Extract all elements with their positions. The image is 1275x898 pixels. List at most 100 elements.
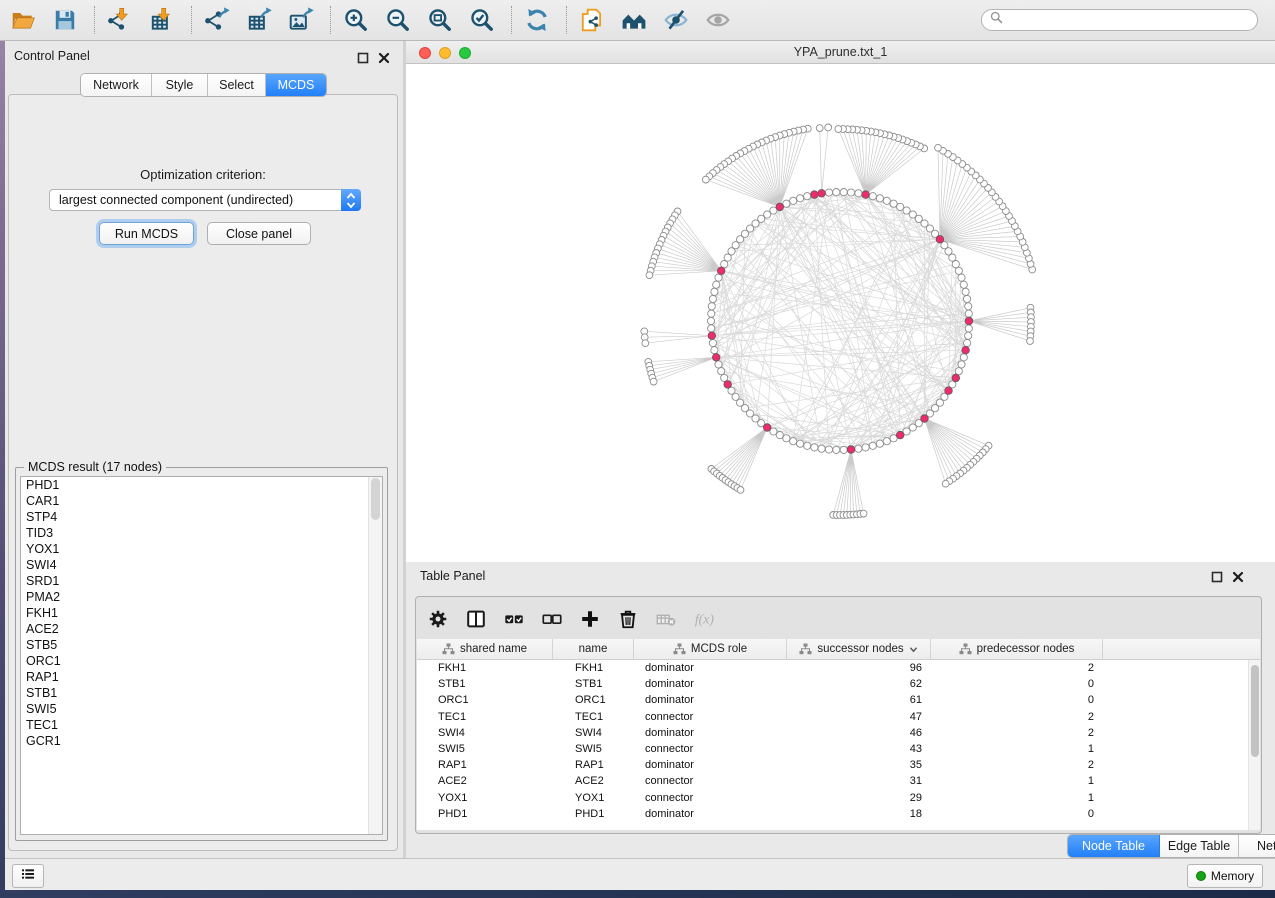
zoom-out-button[interactable] <box>383 5 413 35</box>
table-row[interactable]: PHD1PHD1dominator180 <box>417 806 1260 822</box>
delete-column-button[interactable] <box>616 607 640 631</box>
cell-successor-nodes: 31 <box>787 773 931 789</box>
cell-MCDS-role: dominator <box>634 660 787 676</box>
table-row[interactable]: SWI5SWI5connector431 <box>417 741 1260 757</box>
column-header-successor-nodes[interactable]: successor nodes <box>787 639 931 659</box>
status-bar: Memory <box>5 858 1275 890</box>
mcds-node-item[interactable]: STB1 <box>21 685 382 701</box>
mcds-node-item[interactable]: FKH1 <box>21 605 382 621</box>
mcds-node-item[interactable]: GCR1 <box>21 733 382 749</box>
settings-gear-button[interactable] <box>426 607 450 631</box>
tab-mcds[interactable]: MCDS <box>266 74 326 96</box>
clone-network-button[interactable] <box>577 5 607 35</box>
mcds-node-item[interactable]: TEC1 <box>21 717 382 733</box>
tab-node-table[interactable]: Node Table <box>1068 835 1160 857</box>
memory-button[interactable]: Memory <box>1187 864 1263 888</box>
mcds-node-item[interactable]: STB5 <box>21 637 382 653</box>
cell-name: RAP1 <box>553 757 634 773</box>
tab-style[interactable]: Style <box>152 74 208 96</box>
cell-MCDS-role: dominator <box>634 676 787 692</box>
cell-shared-name: TEC1 <box>417 709 553 725</box>
mcds-node-item[interactable]: SRD1 <box>21 573 382 589</box>
table-row[interactable]: STB1STB1dominator620 <box>417 676 1260 692</box>
cell-predecessor-nodes: 2 <box>931 660 1103 676</box>
table-row[interactable]: ORC1ORC1dominator610 <box>417 692 1260 708</box>
close-panel-button[interactable]: Close panel <box>207 222 311 245</box>
table-row[interactable]: FKH1FKH1dominator962 <box>417 660 1260 676</box>
table-row[interactable]: YOX1YOX1connector291 <box>417 790 1260 806</box>
cell-predecessor-nodes: 0 <box>931 676 1103 692</box>
column-header-shared-name[interactable]: shared name <box>417 639 553 659</box>
network-canvas[interactable] <box>406 64 1275 562</box>
tab-edge-table[interactable]: Edge Table <box>1160 835 1239 857</box>
import-network-button[interactable] <box>105 5 135 35</box>
cell-MCDS-role: dominator <box>634 692 787 708</box>
column-type-icon <box>799 643 812 655</box>
split-columns-button[interactable] <box>464 607 488 631</box>
select-all-button[interactable] <box>502 607 526 631</box>
mcds-node-item[interactable]: SWI5 <box>21 701 382 717</box>
close-panel-icon[interactable] <box>1232 570 1244 588</box>
mcds-node-item[interactable]: ACE2 <box>21 621 382 637</box>
search-input[interactable] <box>1004 12 1238 28</box>
toolbar-divider <box>511 6 512 34</box>
deselect-all-button[interactable] <box>540 607 564 631</box>
table-scrollbar-thumb[interactable] <box>1251 665 1259 757</box>
cell-predecessor-nodes: 1 <box>931 741 1103 757</box>
float-panel-icon[interactable] <box>357 51 369 69</box>
cell-name: ORC1 <box>553 692 634 708</box>
export-network-button[interactable] <box>202 5 232 35</box>
mcds-node-item[interactable]: YOX1 <box>21 541 382 557</box>
graphics-details-button[interactable] <box>661 5 691 35</box>
tab-select[interactable]: Select <box>208 74 266 96</box>
optimization-criterion-dropdown[interactable]: largest connected component (undirected) <box>49 189 361 211</box>
open-folder-button[interactable] <box>8 5 38 35</box>
mcds-node-item[interactable]: STP4 <box>21 509 382 525</box>
refresh-button[interactable] <box>522 5 552 35</box>
refresh-icon <box>524 7 550 33</box>
delete-table-icon <box>655 608 677 630</box>
table-row[interactable]: SWI4SWI4dominator462 <box>417 725 1260 741</box>
tab-network-table[interactable]: Network Table <box>1239 835 1275 857</box>
table-scrollbar[interactable] <box>1248 660 1260 830</box>
zoom-fit-button[interactable] <box>425 5 455 35</box>
close-panel-icon[interactable] <box>378 51 390 69</box>
dropdown-stepper-icon[interactable] <box>341 189 361 211</box>
import-table-button[interactable] <box>147 5 177 35</box>
column-header-MCDS-role[interactable]: MCDS role <box>634 639 787 659</box>
export-table-button[interactable] <box>244 5 274 35</box>
network-window-titlebar[interactable]: YPA_prune.txt_1 <box>406 41 1275 64</box>
add-column-button[interactable] <box>578 607 602 631</box>
column-label: name <box>579 643 608 655</box>
delete-column-icon <box>617 608 639 630</box>
cell-predecessor-nodes: 2 <box>931 757 1103 773</box>
table-row[interactable]: ACE2ACE2connector311 <box>417 773 1260 789</box>
zoom-in-button[interactable] <box>341 5 371 35</box>
zoom-selected-button[interactable] <box>467 5 497 35</box>
mcds-node-item[interactable]: RAP1 <box>21 669 382 685</box>
table-row[interactable]: RAP1RAP1dominator352 <box>417 757 1260 773</box>
mcds-node-item[interactable]: PMA2 <box>21 589 382 605</box>
panel-menu-button[interactable] <box>12 864 44 888</box>
float-panel-icon[interactable] <box>1211 570 1223 588</box>
toolbar-divider <box>330 6 331 34</box>
column-type-icon <box>673 643 686 655</box>
mcds-node-item[interactable]: ORC1 <box>21 653 382 669</box>
mcds-node-item[interactable]: SWI4 <box>21 557 382 573</box>
export-image-button[interactable] <box>286 5 316 35</box>
first-neighbors-button[interactable] <box>619 5 649 35</box>
mcds-node-item[interactable]: PHD1 <box>21 477 382 493</box>
mcds-node-item[interactable]: CAR1 <box>21 493 382 509</box>
cell-successor-nodes: 96 <box>787 660 931 676</box>
network-graph[interactable] <box>406 64 1275 562</box>
save-session-button[interactable] <box>50 5 80 35</box>
tab-network[interactable]: Network <box>81 74 152 96</box>
mcds-node-item[interactable]: TID3 <box>21 525 382 541</box>
search-box[interactable] <box>981 9 1258 31</box>
table-row[interactable]: TEC1TEC1connector472 <box>417 709 1260 725</box>
mcds-result-list[interactable]: PHD1CAR1STP4TID3YOX1SWI4SRD1PMA2FKH1ACE2… <box>20 476 383 835</box>
column-header-predecessor-nodes[interactable]: predecessor nodes <box>931 639 1103 659</box>
run-mcds-button[interactable]: Run MCDS <box>99 222 194 245</box>
column-header-name[interactable]: name <box>553 639 634 659</box>
mcds-list-scrollbar[interactable] <box>368 477 382 834</box>
